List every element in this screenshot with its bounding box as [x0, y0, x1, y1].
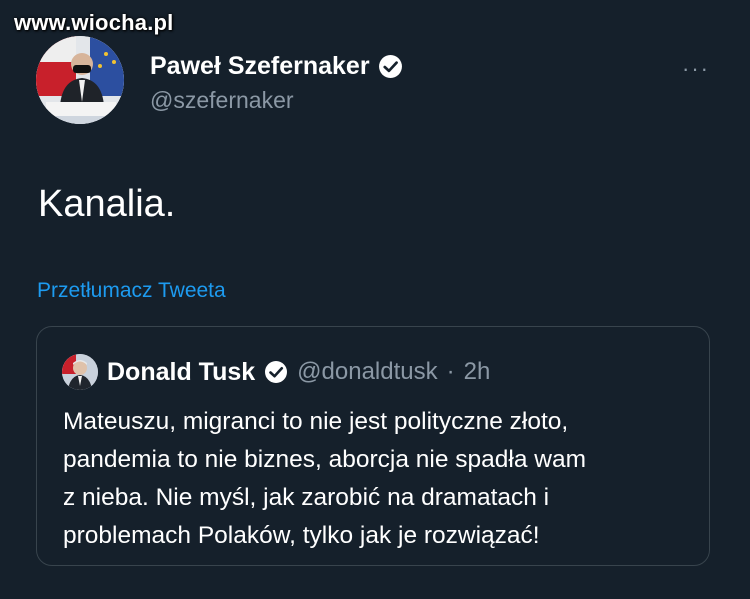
verified-badge-icon — [378, 55, 402, 78]
quoted-text-line: problemach Polaków, tylko jak je rozwiąz… — [63, 522, 540, 549]
more-options-icon[interactable]: ··· — [682, 56, 710, 82]
quoted-tweet-text: Mateuszu, migranci to nie jest polityczn… — [63, 403, 703, 555]
quoted-author-handle[interactable]: @donaldtusk — [297, 358, 437, 386]
translate-tweet-link[interactable]: Przetłumacz Tweeta — [37, 279, 226, 303]
author-block: Paweł Szefernaker @szefernaker — [150, 52, 403, 114]
quoted-tweet-header: Donald Tusk @donaldtusk · 2h — [62, 354, 490, 390]
site-watermark: www.wiocha.pl — [14, 10, 174, 35]
quoted-author-name[interactable]: Donald Tusk — [107, 358, 255, 387]
author-handle[interactable]: @szefernaker — [150, 87, 403, 114]
quoted-text-line: Mateuszu, migranci to nie jest polityczn… — [63, 408, 569, 435]
quoted-text-line: pandemia to nie biznes, aborcja nie spad… — [63, 446, 586, 473]
quoted-tweet-time[interactable]: 2h — [464, 358, 491, 386]
author-avatar[interactable] — [36, 36, 124, 124]
verified-badge-icon — [265, 361, 288, 383]
author-avatar-photo — [36, 36, 124, 124]
author-name-row: Paweł Szefernaker — [150, 52, 403, 81]
author-name[interactable]: Paweł Szefernaker — [150, 52, 370, 81]
quoted-author-avatar[interactable] — [62, 354, 98, 390]
quoted-tweet[interactable]: Donald Tusk @donaldtusk · 2h Mateuszu, m… — [36, 326, 710, 566]
meta-separator: · — [446, 358, 455, 385]
tweet-text: Kanalia. — [38, 183, 176, 225]
quoted-text-line: z nieba. Nie myśl, jak zarobić na dramat… — [63, 484, 550, 511]
quoted-author-avatar-photo — [62, 354, 98, 390]
